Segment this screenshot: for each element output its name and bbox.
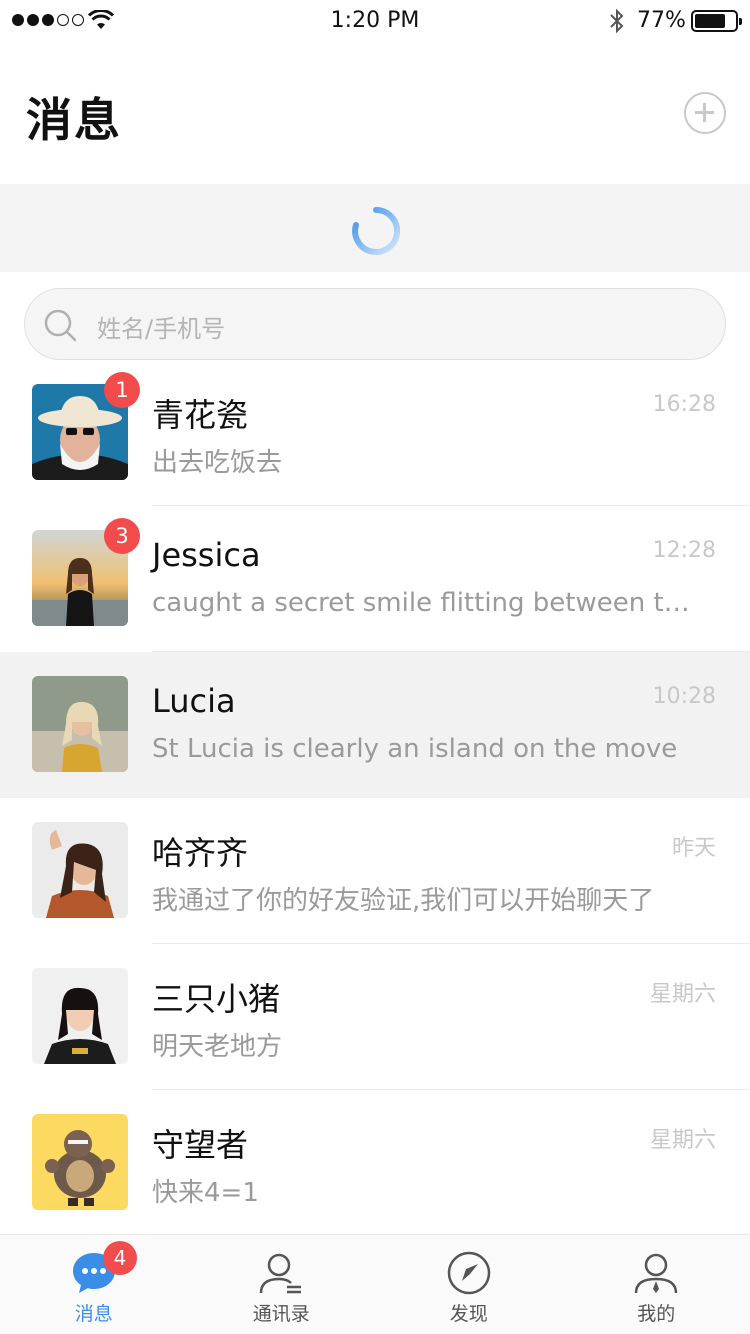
tab-messages[interactable]: 4 消息: [0, 1235, 188, 1334]
unread-badge: 3: [104, 518, 140, 554]
chat-item[interactable]: 三只小猪 星期六 明天老地方: [0, 944, 750, 1090]
chat-item[interactable]: 哈齐齐 昨天 我通过了你的好友验证,我们可以开始聊天了: [0, 798, 750, 944]
chat-name: Jessica: [152, 536, 261, 574]
contacts-icon: [260, 1253, 302, 1294]
pull-refresh-area: [0, 184, 750, 272]
chat-preview: caught a secret smile flitting between t…: [152, 588, 692, 618]
chat-item[interactable]: 守望者 星期六 快来4=1: [0, 1090, 750, 1236]
chat-name: 守望者: [152, 1126, 249, 1164]
tab-label: 消息: [74, 1303, 113, 1325]
avatar: [32, 676, 128, 772]
tab-contacts[interactable]: 通讯录: [188, 1235, 376, 1334]
chat-preview: 出去吃饭去: [152, 448, 283, 478]
tab-discover[interactable]: 发现: [375, 1235, 563, 1334]
chat-item[interactable]: 3 Jessica 12:28 caught a secret smile fl…: [0, 506, 750, 652]
chat-time: 星期六: [649, 982, 716, 1007]
tab-me[interactable]: 我的: [563, 1235, 750, 1334]
tab-label: 发现: [449, 1303, 488, 1325]
page-title: 消息: [26, 93, 122, 147]
chat-preview: 明天老地方: [152, 1032, 283, 1062]
chat-name: Lucia: [152, 682, 236, 720]
chat-preview: 我通过了你的好友验证,我们可以开始聊天了: [152, 886, 655, 916]
tab-label: 通讯录: [252, 1303, 310, 1325]
avatar: [32, 822, 128, 918]
compass-icon: [447, 1251, 490, 1295]
search-placeholder: 姓名/手机号: [97, 315, 226, 343]
add-button[interactable]: [684, 92, 726, 134]
unread-badge: 1: [104, 372, 140, 408]
battery-icon: [691, 10, 742, 32]
chat-time: 12:28: [652, 538, 716, 563]
tab-unread-badge: 4: [103, 1241, 137, 1275]
user-icon: [635, 1253, 678, 1294]
battery-percentage: 77%: [637, 8, 686, 33]
tab-bar: 4 消息 通讯录 发现 我的: [0, 1234, 750, 1334]
tab-label: 我的: [637, 1303, 676, 1325]
chat-time: 16:28: [652, 392, 716, 417]
chat-name: 哈齐齐: [152, 834, 249, 872]
chat-name: 三只小猪: [152, 980, 281, 1018]
avatar: [32, 968, 128, 1064]
chat-time: 10:28: [652, 684, 716, 709]
chat-name: 青花瓷: [152, 396, 249, 434]
loading-spinner-icon: [352, 206, 401, 255]
chat-time: 昨天: [671, 836, 716, 861]
search-input[interactable]: 姓名/手机号: [24, 288, 726, 360]
chat-item[interactable]: Lucia 10:28 St Lucia is clearly an islan…: [0, 652, 750, 798]
chat-item[interactable]: 1 青花瓷 16:28 出去吃饭去: [0, 360, 750, 506]
chat-preview: 快来4=1: [152, 1178, 259, 1208]
search-icon: [44, 309, 77, 342]
chat-preview: St Lucia is clearly an island on the mov…: [152, 734, 678, 764]
chat-time: 星期六: [649, 1128, 716, 1153]
status-bar: 1:20 PM 77%: [0, 0, 750, 42]
bluetooth-icon: [610, 8, 624, 34]
avatar: [32, 1114, 128, 1210]
chat-list: 1 青花瓷 16:28 出去吃饭去 3 Jessica 12:28 caught…: [0, 360, 750, 1236]
